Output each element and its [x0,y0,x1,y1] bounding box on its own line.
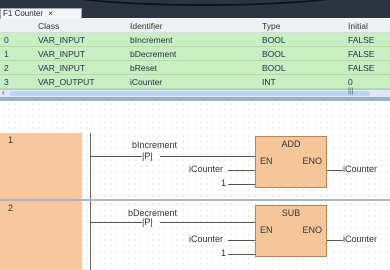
eno-pin: ENO [302,156,322,166]
contact-symbol: P [144,151,151,161]
row-class[interactable]: VAR_INPUT [38,63,130,73]
tab-prefix: F1 [3,9,13,18]
output-variable[interactable]: iCounter [343,234,377,244]
wire [228,170,255,171]
contact-symbol: P [144,217,151,227]
wire [228,254,255,255]
add-block[interactable]: ADD EN ENO [255,136,327,188]
close-icon[interactable]: × [48,9,53,18]
block-name: ADD [281,139,301,149]
row-index: 1 [4,48,9,59]
row-class[interactable]: VAR_OUTPUT [38,77,130,87]
wire [228,184,255,185]
input-constant[interactable]: 1 [221,178,226,188]
row-type[interactable]: BOOL [262,35,348,45]
table-row[interactable]: 0 VAR_INPUT bIncrement BOOL FALSE [0,33,390,47]
row-type[interactable]: BOOL [262,63,348,73]
wire [160,156,255,157]
power-rail [90,201,91,270]
row-type[interactable]: INT [262,77,348,87]
row-identifier[interactable]: bReset [130,63,262,73]
row-type[interactable]: BOOL [262,49,348,59]
network-area-top [0,101,390,133]
wire [90,156,142,157]
en-pin: EN [260,225,273,235]
header-class[interactable]: Class [38,21,130,31]
wire [160,222,255,223]
row-identifier[interactable]: bDecrement [130,49,262,59]
input-variable[interactable]: iCounter [189,164,223,174]
input-variable[interactable]: iCounter [189,234,223,244]
scroll-left-icon[interactable]: ‹ [2,88,5,97]
variable-table: Class Identifier Type Initial 0 VAR_INPU… [0,19,390,89]
sub-block[interactable]: SUB EN ENO [255,205,327,257]
row-initial[interactable]: FALSE [348,49,390,59]
row-initial[interactable]: 0 [348,77,390,87]
positive-edge-contact[interactable]: |P| [142,151,153,161]
row-index: 0 [4,34,9,45]
row-class[interactable]: VAR_INPUT [38,49,130,59]
contact-variable[interactable]: bIncrement [132,140,177,150]
row-class[interactable]: VAR_INPUT [38,35,130,45]
row-identifier[interactable]: iCounter [130,77,262,87]
wire [327,170,343,171]
en-pin: EN [260,156,273,166]
network-number[interactable]: 2 [0,201,82,270]
scroll-grip-icon: ||| [348,88,354,95]
header-identifier[interactable]: Identifier [130,21,262,31]
header-initial[interactable]: Initial [348,21,390,31]
power-rail [90,133,91,199]
row-index: 2 [4,62,9,73]
row-index: 3 [4,76,9,87]
eno-pin: ENO [302,225,322,235]
table-header: Class Identifier Type Initial [0,19,390,33]
table-row[interactable]: 2 VAR_INPUT bReset BOOL FALSE [0,61,390,75]
decorative-arc [40,0,370,6]
header-type[interactable]: Type [262,21,348,31]
network-number[interactable]: 1 [0,133,82,199]
wire [228,240,255,241]
tab-counter[interactable]: F1 Counter × [0,8,82,19]
table-row[interactable]: 1 VAR_INPUT bDecrement BOOL FALSE [0,47,390,61]
table-row[interactable]: 3 VAR_OUTPUT iCounter INT 0 [0,75,390,89]
wire [327,240,343,241]
scrollbar-thumb[interactable] [10,91,370,96]
row-initial[interactable]: FALSE [348,63,390,73]
horizontal-scrollbar[interactable]: ‹ ||| [0,88,390,97]
output-variable[interactable]: iCounter [343,164,377,174]
positive-edge-contact[interactable]: |P| [142,217,153,227]
block-name: SUB [281,208,301,218]
wire [90,222,142,223]
input-constant[interactable]: 1 [221,248,226,258]
tab-label: Counter [14,9,44,18]
row-identifier[interactable]: bIncrement [130,35,262,45]
row-initial[interactable]: FALSE [348,35,390,45]
